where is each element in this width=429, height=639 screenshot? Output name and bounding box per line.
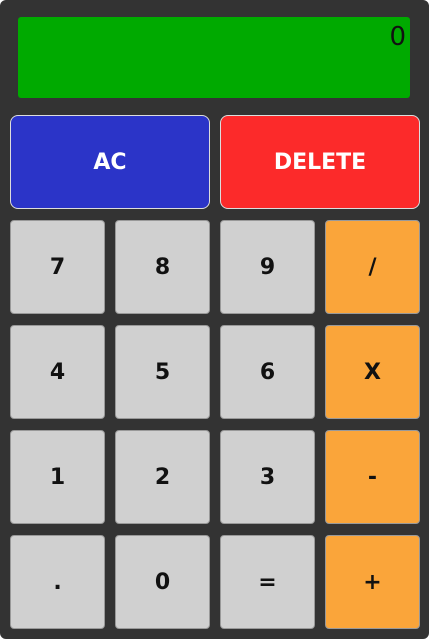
key-5[interactable]: 5 <box>115 325 210 419</box>
multiply-button[interactable]: X <box>325 325 420 419</box>
divide-button[interactable]: / <box>325 220 420 314</box>
key-2[interactable]: 2 <box>115 430 210 524</box>
key-6[interactable]: 6 <box>220 325 315 419</box>
key-7[interactable]: 7 <box>10 220 105 314</box>
key-4[interactable]: 4 <box>10 325 105 419</box>
equals-button[interactable]: = <box>220 535 315 629</box>
subtract-button[interactable]: - <box>325 430 420 524</box>
key-9[interactable]: 9 <box>220 220 315 314</box>
key-1[interactable]: 1 <box>10 430 105 524</box>
key-3[interactable]: 3 <box>220 430 315 524</box>
add-button[interactable]: + <box>325 535 420 629</box>
key-8[interactable]: 8 <box>115 220 210 314</box>
all-clear-button[interactable]: AC <box>10 115 210 209</box>
display-screen: 0 <box>18 17 410 98</box>
delete-button[interactable]: DELETE <box>220 115 420 209</box>
display-value: 0 <box>389 22 406 52</box>
decimal-button[interactable]: . <box>10 535 105 629</box>
key-0[interactable]: 0 <box>115 535 210 629</box>
calculator: 0 AC DELETE 7 8 9 / 4 5 6 X 1 2 3 - . 0 … <box>0 0 429 639</box>
